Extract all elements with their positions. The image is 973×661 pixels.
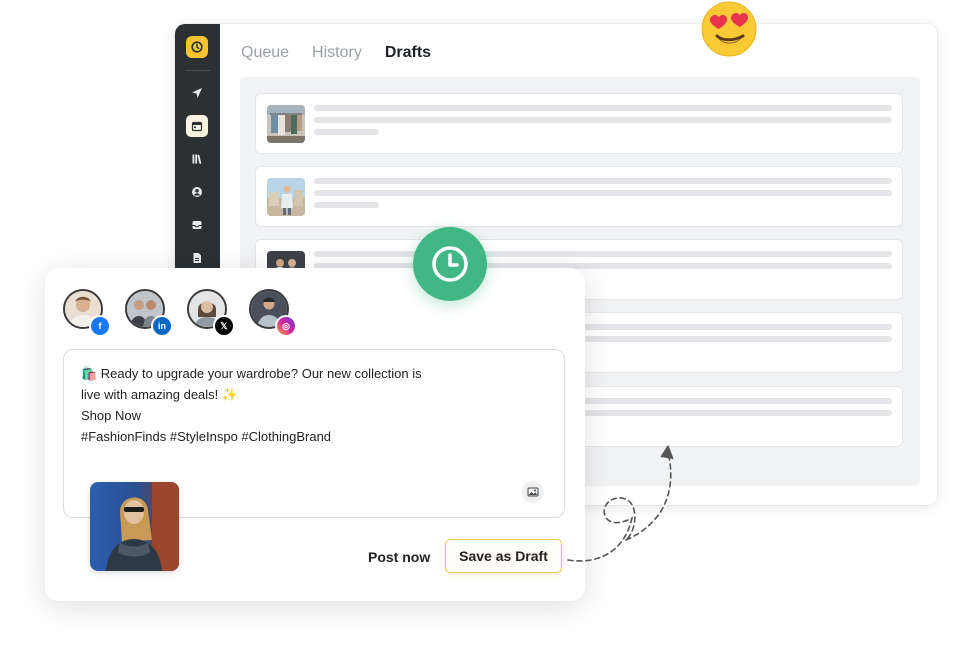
heart-eyes-emoji-icon bbox=[701, 1, 757, 57]
tab-history[interactable]: History bbox=[312, 44, 362, 62]
account-instagram[interactable]: ◎ bbox=[249, 289, 297, 337]
tab-queue[interactable]: Queue bbox=[241, 44, 289, 62]
library-icon bbox=[192, 154, 202, 164]
document-icon bbox=[193, 253, 201, 263]
account-facebook[interactable]: f bbox=[63, 289, 111, 337]
sidebar-item-inbox[interactable] bbox=[186, 214, 208, 236]
post-now-button[interactable]: Post now bbox=[368, 549, 430, 565]
post-text-line: Shop Now bbox=[81, 408, 141, 423]
linkedin-icon: in bbox=[151, 315, 173, 337]
calendar-icon bbox=[191, 121, 203, 132]
send-icon bbox=[192, 88, 202, 98]
sidebar-divider bbox=[185, 70, 210, 71]
save-as-draft-button[interactable]: Save as Draft bbox=[445, 539, 562, 573]
post-text-line: #FashionFinds #StyleInspo #ClothingBrand bbox=[81, 429, 332, 444]
draft-card[interactable] bbox=[255, 93, 903, 154]
post-text-line: live with amazing deals! ✨ bbox=[81, 387, 239, 402]
sidebar-item-publish[interactable] bbox=[186, 82, 208, 104]
sidebar-item-profile[interactable] bbox=[186, 181, 208, 203]
sidebar-item-documents[interactable] bbox=[186, 247, 208, 269]
post-composer-card: f in 𝕏 ◎ 🛍️ Ready to upgrade your wardro… bbox=[45, 268, 585, 601]
facebook-icon: f bbox=[89, 315, 111, 337]
image-icon bbox=[527, 487, 539, 497]
clothing-rack-image bbox=[267, 105, 305, 143]
x-icon: 𝕏 bbox=[213, 315, 235, 337]
tab-drafts[interactable]: Drafts bbox=[385, 44, 431, 62]
schedule-clock-icon bbox=[413, 227, 487, 301]
sidebar-item-library[interactable] bbox=[186, 148, 208, 170]
account-linkedin[interactable]: in bbox=[125, 289, 173, 337]
dashed-arrow-icon bbox=[567, 445, 674, 562]
view-tabs: Queue History Drafts bbox=[241, 44, 431, 62]
inbox-icon bbox=[192, 221, 202, 229]
draft-card[interactable] bbox=[255, 166, 903, 227]
person-outdoor-image bbox=[267, 178, 305, 216]
profile-icon bbox=[192, 187, 202, 197]
sidebar-item-calendar[interactable] bbox=[186, 115, 208, 137]
attached-photo[interactable] bbox=[90, 482, 179, 571]
post-text-line: 🛍️ Ready to upgrade your wardrobe? Our n… bbox=[81, 366, 422, 381]
account-x[interactable]: 𝕏 bbox=[187, 289, 235, 337]
instagram-icon: ◎ bbox=[275, 315, 297, 337]
add-media-button[interactable] bbox=[522, 481, 544, 503]
app-logo-icon bbox=[186, 36, 208, 58]
